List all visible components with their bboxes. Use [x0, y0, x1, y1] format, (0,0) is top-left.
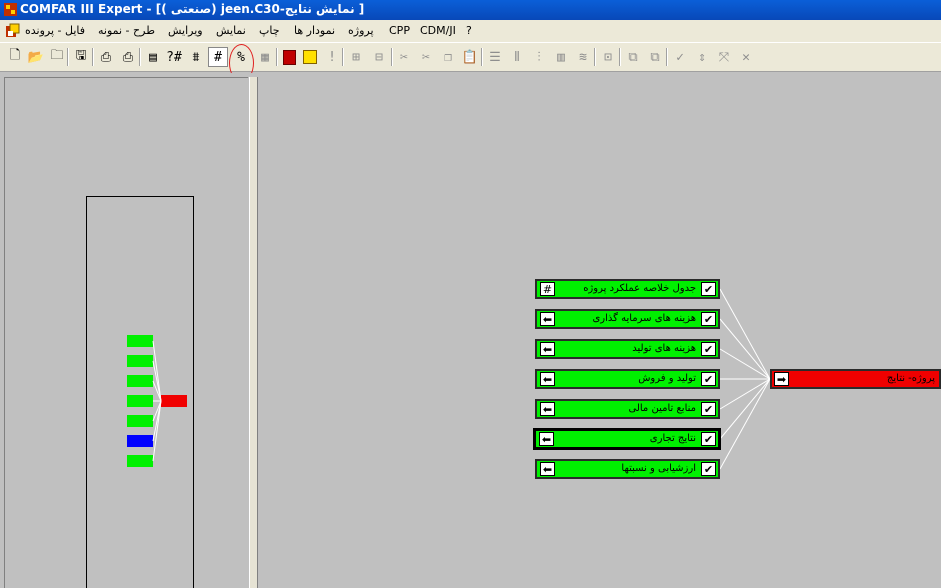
arrow-left-icon[interactable]: ⬅	[540, 312, 555, 326]
checkbox-checked-icon[interactable]: ✔	[701, 402, 716, 416]
arrow-left-icon[interactable]: ⬅	[540, 372, 555, 386]
tree-node-label: تولید و فروش	[638, 373, 696, 384]
checkbox-checked-icon[interactable]: ✔	[701, 432, 716, 446]
arrow-left-icon[interactable]: ⬅	[540, 402, 555, 416]
tree-node-label: نتایج تجاری	[649, 433, 696, 444]
checkbox-checked-icon[interactable]: ✔	[701, 372, 716, 386]
checkbox-checked-icon[interactable]: ✔	[701, 312, 716, 326]
tree-connector-line	[719, 288, 771, 380]
tree-node-evaluation-ratios[interactable]: ⬅ ارزشیابی و نسبتها ✔	[535, 459, 720, 479]
arrow-left-icon[interactable]: ⬅	[540, 342, 555, 356]
tree-node-production-sales[interactable]: ⬅ تولید و فروش ✔	[535, 369, 720, 389]
tree-node-commercial-results[interactable]: ⬅ نتایج تجاری ✔	[533, 428, 721, 450]
tree-connectors	[719, 288, 771, 470]
arrow-left-icon[interactable]: ⬅	[540, 462, 555, 476]
tree-node-production-costs[interactable]: ⬅ هزینه های تولید ✔	[535, 339, 720, 359]
tree-node-label: هزینه های تولید	[632, 343, 696, 354]
checkbox-checked-icon[interactable]: ✔	[701, 462, 716, 476]
tree-node-label: ارزشیابی و نسبتها	[621, 463, 696, 474]
tree-node-project-results[interactable]: ➡ پروژه- نتایج	[770, 369, 941, 389]
checkbox-checked-icon[interactable]: ✔	[701, 282, 716, 296]
tree-node-summary-table[interactable]: # جدول خلاصه عملکرد پروژه ✔	[535, 279, 720, 299]
tree-node-investment-costs[interactable]: ⬅ هزینه های سرمایه گذاری ✔	[535, 309, 720, 329]
arrow-left-icon[interactable]: ⬅	[539, 432, 554, 446]
hash-icon[interactable]: #	[540, 282, 555, 296]
tree-connector-line	[719, 378, 771, 410]
tree-connector-line	[719, 318, 771, 380]
checkbox-checked-icon[interactable]: ✔	[701, 342, 716, 356]
tree-connector-line	[719, 378, 771, 440]
tree-connector-line	[719, 348, 771, 380]
tree-connector-line	[719, 378, 771, 470]
arrow-right-icon[interactable]: ➡	[774, 372, 789, 386]
tree-node-label: جدول خلاصه عملکرد پروژه	[583, 283, 696, 294]
tree-node-financing-sources[interactable]: ⬅ منابع تامین مالی ✔	[535, 399, 720, 419]
tree-node-label: هزینه های سرمایه گذاری	[592, 313, 696, 324]
tree-node-label: منابع تامین مالی	[628, 403, 697, 414]
tree-node-label: پروژه- نتایج	[886, 373, 935, 384]
